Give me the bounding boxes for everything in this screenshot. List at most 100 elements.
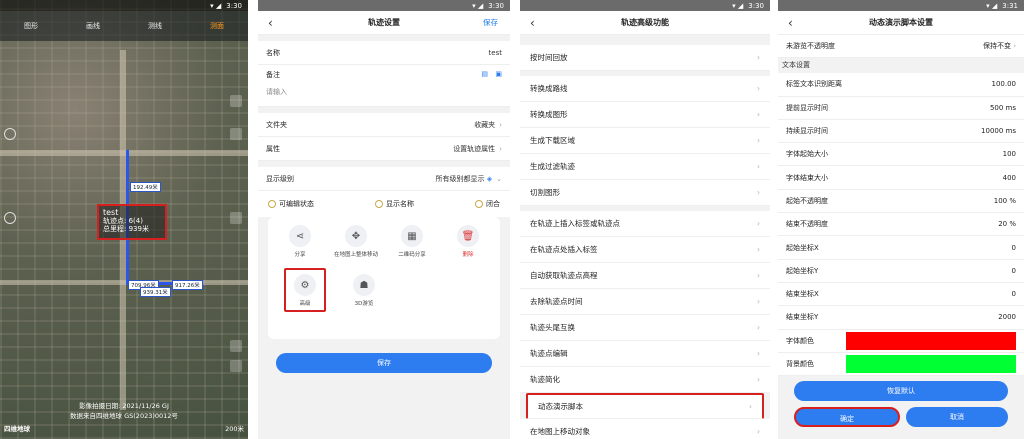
name-field[interactable]: test bbox=[489, 49, 502, 57]
chevron-down-icon[interactable]: ⌄ bbox=[496, 175, 502, 183]
setting-row[interactable]: 结束不透明度 20 % bbox=[778, 213, 1024, 237]
setting-row[interactable]: 起始坐标X 0 bbox=[778, 236, 1024, 260]
chevron-right-icon: › bbox=[757, 297, 760, 306]
menu-item[interactable]: 在轨迹点处插入标签 › bbox=[520, 237, 770, 263]
advanced-button[interactable]: ⚙ 高级 bbox=[284, 268, 326, 312]
setting-row[interactable]: 起始不透明度 100 % bbox=[778, 189, 1024, 214]
setting-row[interactable]: 字体结束大小 400 bbox=[778, 166, 1024, 190]
setting-label: 持续显示时间 bbox=[786, 127, 828, 136]
setting-value[interactable]: 2000 bbox=[998, 313, 1016, 321]
save-button[interactable]: 保存 bbox=[276, 353, 492, 373]
locate-icon[interactable] bbox=[4, 212, 16, 224]
setting-label: 起始坐标Y bbox=[786, 266, 819, 275]
setting-value[interactable]: 0 bbox=[1012, 244, 1016, 252]
setting-row[interactable]: 字体起始大小 100 bbox=[778, 143, 1024, 167]
setting-value[interactable]: 100 bbox=[1003, 150, 1016, 158]
setting-row[interactable]: 持续显示时间 10000 ms bbox=[778, 119, 1024, 144]
menu-item[interactable]: 切割图形 › bbox=[520, 180, 770, 206]
setting-value[interactable]: 0 bbox=[1012, 267, 1016, 275]
setting-row[interactable]: 结束坐标Y 2000 bbox=[778, 306, 1024, 330]
menu-item[interactable]: 轨迹简化 › bbox=[520, 367, 770, 393]
setting-row[interactable]: 起始坐标Y 0 bbox=[778, 259, 1024, 283]
menu-item[interactable]: 转换成图形 › bbox=[520, 102, 770, 128]
bg-color-row[interactable]: 背景颜色 bbox=[778, 352, 1024, 377]
info-icon[interactable]: ◈ bbox=[487, 175, 492, 183]
menu-item-label: 生成下载区域 bbox=[530, 136, 575, 145]
menu-item[interactable]: 轨迹点编辑 › bbox=[520, 341, 770, 367]
tab-shape[interactable]: 图形 bbox=[24, 21, 38, 31]
qr-label: 二维码分享 bbox=[398, 252, 426, 258]
menu-item-label: 动态演示脚本 bbox=[538, 402, 583, 411]
chevron-right-icon: › bbox=[499, 120, 502, 129]
menu-item[interactable]: 生成过滤轨迹 › bbox=[520, 154, 770, 180]
setting-value[interactable]: 500 ms bbox=[990, 104, 1016, 112]
tab-measure-line[interactable]: 测线 bbox=[148, 21, 162, 31]
delete-label: 删除 bbox=[462, 252, 474, 258]
layers-icon[interactable] bbox=[230, 95, 242, 107]
setting-row[interactable]: 标签文本识别距离 100.00 bbox=[778, 73, 1024, 97]
menu-item[interactable]: 转换成路线 › bbox=[520, 76, 770, 102]
menu-item[interactable]: 生成下载区域 › bbox=[520, 128, 770, 154]
menu-item[interactable]: 在轨迹上插入标签或轨迹点 › bbox=[520, 211, 770, 237]
closed-radio[interactable]: 闭合 bbox=[475, 199, 500, 209]
tool-icon[interactable] bbox=[230, 128, 242, 140]
track-popup[interactable]: test 轨迹点: 6(4) 总里程: 939米 bbox=[97, 204, 167, 240]
setting-value[interactable]: 0 bbox=[1012, 290, 1016, 298]
note-image-icon[interactable]: ▣ bbox=[495, 70, 502, 78]
share-button[interactable]: ⋖ 分享 bbox=[272, 225, 328, 258]
setting-value[interactable]: 20 % bbox=[998, 220, 1016, 228]
move-button[interactable]: ✥ 在地图上整体移动 bbox=[328, 225, 384, 258]
map-footer: 影像拍摄日期: 2021/11/26 GJ 数据来自四维地球 GS(2023)0… bbox=[4, 400, 244, 433]
save-link[interactable]: 保存 bbox=[483, 17, 498, 28]
menu-item-label: 在地图上移动对象 bbox=[530, 427, 590, 436]
setting-row[interactable]: 提前显示时间 500 ms bbox=[778, 96, 1024, 120]
confirm-button[interactable]: 确定 bbox=[794, 407, 900, 428]
note-input[interactable]: 请输入 bbox=[266, 87, 502, 97]
setting-row[interactable]: 结束坐标X 0 bbox=[778, 282, 1024, 307]
chevron-right-icon: › bbox=[757, 427, 760, 436]
back-icon[interactable]: ‹ bbox=[530, 16, 535, 30]
menu-item[interactable]: 自动获取轨迹点高程 › bbox=[520, 263, 770, 289]
clock: 3:30 bbox=[748, 1, 764, 10]
advanced-functions-screen: ▾ ◢ 3:30 ‹ 轨迹高级功能 按时间回放 › 转换成路线 › 转换成图形 › 生成… bbox=[520, 0, 770, 439]
font-color-swatch[interactable] bbox=[846, 331, 1016, 350]
setting-value[interactable]: 100 % bbox=[994, 197, 1016, 205]
menu-item[interactable]: 在地图上移动对象 › bbox=[520, 419, 770, 439]
note-edit-icon[interactable]: ▤ bbox=[481, 70, 488, 78]
zoom-out-icon[interactable] bbox=[230, 360, 242, 372]
back-icon[interactable]: ‹ bbox=[788, 16, 793, 30]
popup-name: test bbox=[103, 208, 119, 217]
reset-default-button[interactable]: 恢复默认 bbox=[794, 381, 1008, 402]
back-icon[interactable]: ‹ bbox=[268, 16, 273, 30]
delete-button[interactable]: 🗑 删除 bbox=[440, 225, 496, 258]
menu-item-dynamic-script[interactable]: 动态演示脚本 › bbox=[526, 393, 764, 419]
tab-line[interactable]: 画线 bbox=[86, 21, 100, 31]
menu-item[interactable]: 去除轨迹点时间 › bbox=[520, 289, 770, 315]
qr-share-button[interactable]: ▦ 二维码分享 bbox=[384, 225, 440, 258]
level-row[interactable]: 显示级别 所有级别都显示 ◈ ⌄ bbox=[258, 167, 510, 191]
menu-item[interactable]: 轨迹头尾互换 › bbox=[520, 315, 770, 341]
clock: 3:30 bbox=[226, 1, 242, 10]
folder-row[interactable]: 文件夹 收藏夹 › bbox=[258, 113, 510, 137]
tab-measure-area[interactable]: 测面 bbox=[210, 21, 224, 31]
attr-row[interactable]: 属性 设置轨迹属性 › bbox=[258, 137, 510, 161]
editable-radio[interactable]: 可编辑状态 bbox=[268, 199, 314, 209]
setting-label: 字体起始大小 bbox=[786, 150, 828, 159]
tour-3d-button[interactable]: ☗ 3D游览 bbox=[336, 268, 392, 312]
setting-value[interactable]: 10000 ms bbox=[981, 127, 1016, 135]
show-name-radio[interactable]: 显示名称 bbox=[375, 199, 414, 209]
compass-icon[interactable] bbox=[4, 128, 16, 140]
clock: 3:31 bbox=[1002, 1, 1018, 10]
menu-item[interactable]: 按时间回放 › bbox=[520, 45, 770, 71]
cancel-button[interactable]: 取消 bbox=[906, 407, 1008, 428]
unvisited-opacity-row[interactable]: 未游览不透明度 保持不变 › bbox=[778, 35, 1024, 59]
location-pin-icon[interactable] bbox=[230, 212, 242, 224]
zoom-in-icon[interactable] bbox=[230, 340, 242, 352]
bg-color-swatch[interactable] bbox=[846, 355, 1016, 373]
font-color-row[interactable]: 字体颜色 bbox=[778, 329, 1024, 353]
setting-value[interactable]: 100.00 bbox=[992, 80, 1017, 88]
note-row[interactable]: 备注 请输入 ▤ ▣ bbox=[258, 65, 510, 107]
chevron-right-icon: › bbox=[757, 162, 760, 171]
name-row[interactable]: 名称 test bbox=[258, 41, 510, 65]
setting-value[interactable]: 400 bbox=[1003, 174, 1016, 182]
